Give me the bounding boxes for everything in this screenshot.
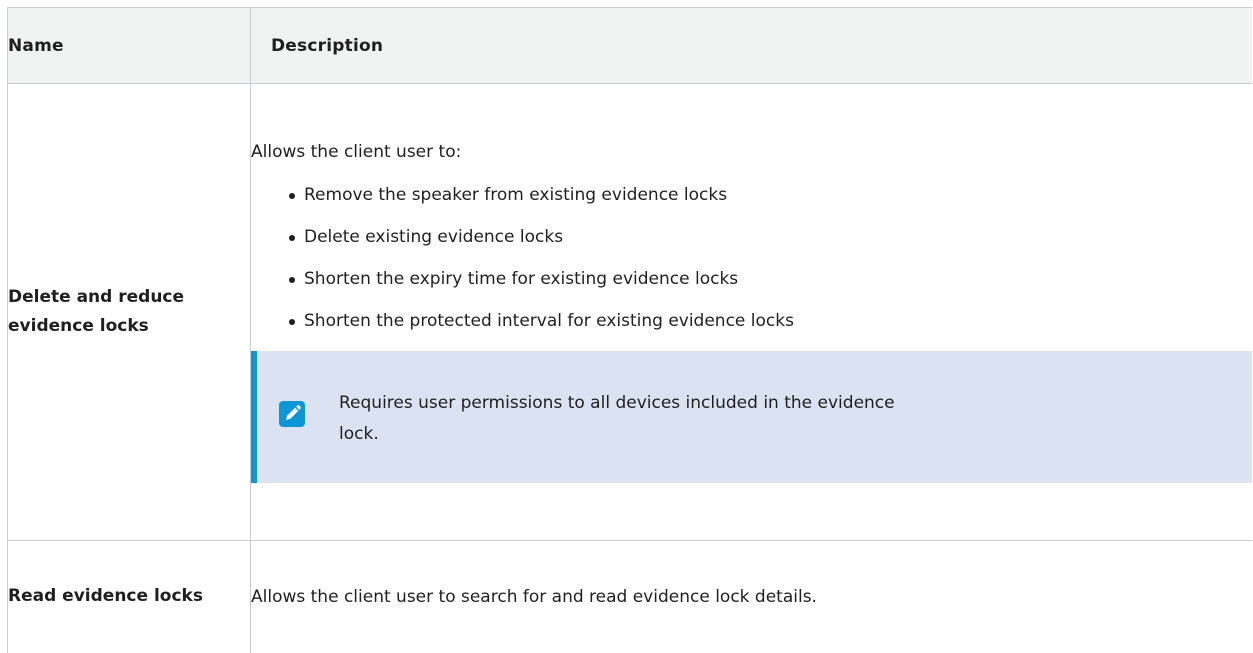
- description-intro: Allows the client user to:: [251, 142, 462, 162]
- description-bullet-list: Remove the speaker from existing evidenc…: [251, 184, 1252, 332]
- table-row: Delete and reduce evidence locks Allows …: [7, 83, 1252, 541]
- list-item-text: Shorten the expiry time for existing evi…: [304, 269, 739, 289]
- column-header-description: Description: [250, 7, 1252, 84]
- column-header-name: Name: [7, 7, 251, 84]
- permission-description: Allows the client user to: Remove the sp…: [250, 83, 1252, 541]
- bullet-icon: [289, 277, 295, 283]
- note-text: Requires user permissions to all devices…: [339, 393, 895, 444]
- permission-name: Delete and reduce evidence locks: [7, 83, 251, 541]
- note-callout: Requires user permissions to all devices…: [251, 351, 1252, 483]
- bullet-icon: [289, 193, 295, 199]
- table-row: Read evidence locks Allows the client us…: [7, 540, 1252, 653]
- list-item: Delete existing evidence locks: [289, 226, 1252, 248]
- list-item: Shorten the expiry time for existing evi…: [289, 268, 1252, 290]
- pencil-icon: [279, 401, 305, 427]
- list-item-text: Shorten the protected interval for exist…: [304, 311, 794, 331]
- permission-name: Read evidence locks: [7, 540, 251, 653]
- bullet-icon: [289, 319, 295, 325]
- permission-description: Allows the client user to search for and…: [250, 540, 1252, 653]
- list-item-text: Remove the speaker from existing evidenc…: [304, 185, 728, 205]
- list-item-text: Delete existing evidence locks: [304, 227, 564, 247]
- permissions-table: Name Description Delete and reduce evide…: [7, 7, 1252, 653]
- bullet-icon: [289, 235, 295, 241]
- document-page: Name Description Delete and reduce evide…: [0, 0, 1253, 653]
- list-item: Remove the speaker from existing evidenc…: [289, 184, 1252, 206]
- list-item: Shorten the protected interval for exist…: [289, 310, 1252, 332]
- table-header-row: Name Description: [7, 7, 1252, 84]
